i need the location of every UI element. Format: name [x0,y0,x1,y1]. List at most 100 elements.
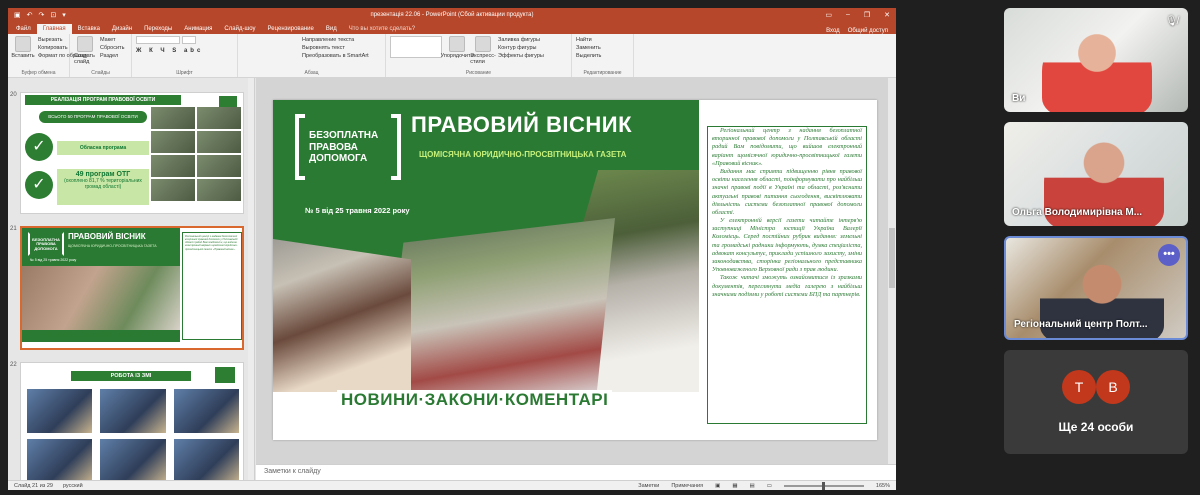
photo [197,131,241,153]
ribbon-display-icon[interactable]: ▭ [825,11,832,19]
paragraph-group: Направление текста Выровнять текст Преоб… [238,34,386,77]
tab-animations[interactable]: Анимация [178,24,218,34]
meeting-stage: ▣ ↶ ↷ ⊡ ▾ презентація 22.06 - PowerPoint… [0,0,1200,495]
comments-toggle[interactable]: Примечания [671,483,703,489]
slide21-subtitle: ЩОМІСЯЧНА ЮРИДИЧНО-ПРОСВІТНИЦЬКА ГАЗЕТА [68,244,157,248]
font-format-buttons[interactable]: Ж К Ч S abc [136,48,233,54]
photo [173,439,239,480]
slides-pane-scrollbar[interactable] [248,78,254,480]
more-options-icon[interactable]: ••• [1158,244,1180,266]
slide22-logo [215,367,235,383]
editing-group: Найти Заменить Выделить Редактирование [572,34,634,77]
window-title: презентація 22.06 - PowerPoint (Сбой акт… [370,12,534,18]
slide-number-21: 21 [10,226,17,232]
shape-fill-button[interactable]: Заливка фигуры [498,37,544,43]
share-button[interactable]: Общий доступ [848,28,888,34]
shapes-gallery[interactable] [390,36,442,58]
tab-transitions[interactable]: Переходы [138,24,178,34]
slides-pane[interactable]: 20 РЕАЛІЗАЦІЯ ПРОГРАМ ПРАВОВОЇ ОСВІТИ ВС… [8,78,255,480]
participant-tile-self[interactable]: 🎙︎̸ Ви [1004,8,1188,112]
sign-in-link[interactable]: Вход [826,28,840,34]
layout-button[interactable]: Макет [100,37,124,43]
save-icon[interactable]: ▣ [14,12,21,19]
paragraph-group-label: Абзац [304,70,319,76]
slideshow-icon[interactable]: ▭ [767,483,772,489]
find-button[interactable]: Найти [576,37,601,43]
font-selectors [136,36,233,44]
quick-access-toolbar: ▣ ↶ ↷ ⊡ ▾ [14,12,66,19]
close-icon[interactable]: ✕ [884,11,890,19]
redo-icon[interactable]: ↷ [39,12,45,19]
font-size-select[interactable] [182,36,196,44]
font-name-select[interactable] [136,36,180,44]
participant-name: Ви [1012,93,1026,104]
undo-icon[interactable]: ↶ [27,12,33,19]
paragraph: У електронній версії газети читайте інте… [712,217,862,274]
avatar: T [1062,370,1096,404]
photo [197,179,241,201]
tab-file[interactable]: Файл [10,24,37,34]
slide-subtitle: ЩОМІСЯЧНА ЮРИДИЧНО-ПРОСВІТНИЦЬКА ГАЗЕТА [419,150,627,159]
slide20-banner: РЕАЛІЗАЦІЯ ПРОГРАМ ПРАВОВОЇ ОСВІТИ [25,95,181,105]
section-button[interactable]: Раздел [100,53,124,59]
participant-tile-regional-center[interactable]: ••• Регіональний центр Полт... [1004,236,1188,340]
text-direction-button[interactable]: Направление текста [302,37,369,43]
zoom-slider[interactable] [783,481,864,490]
smartart-button[interactable]: Преобразовать в SmartArt [302,53,369,59]
slide-title: ПРАВОВИЙ ВІСНИК [411,112,633,137]
slide-thumbnail-22[interactable]: РОБОТА ІЗ ЗМІ [20,362,244,480]
more-participants-tile[interactable]: T B Ще 24 особи [1004,350,1188,454]
tell-me-search[interactable]: Что вы хотите сделать? [343,24,421,34]
notes-pane[interactable]: Заметки к слайду [256,464,896,480]
ribbon-tabs: Файл Главная Вставка Дизайн Переходы Ани… [8,22,896,34]
replace-button[interactable]: Заменить [576,45,601,51]
select-button[interactable]: Выделить [576,53,601,59]
tab-home[interactable]: Главная [36,24,72,34]
font-group-label: Шрифт [176,70,193,76]
photo [27,389,93,433]
restore-icon[interactable]: ❐ [864,11,870,19]
reading-view-icon[interactable]: ▤ [750,483,755,489]
start-from-beginning-icon[interactable]: ⊡ [50,12,56,19]
tab-design[interactable]: Дизайн [106,24,138,34]
shape-outline-button[interactable]: Контур фигуры [498,45,544,51]
quick-styles-icon [475,36,491,52]
slide21-textbox: Регіональний центр з надання безоплатної… [182,232,242,340]
scrollbar-thumb[interactable] [889,228,895,288]
zoom-level[interactable]: 165% [876,483,890,489]
normal-view-icon[interactable]: ▣ [715,483,720,489]
slide-textbox[interactable]: Регіональний центр з надання безоплатної… [707,126,867,424]
shape-effects-button[interactable]: Эффекты фигуры [498,53,544,59]
status-bar: Слайд 21 из 29 русский Заметки Примечани… [8,480,896,490]
editor-scrollbar[interactable] [888,78,896,472]
reset-button[interactable]: Сбросить [100,45,124,51]
current-slide[interactable]: БЕЗОПЛАТНА ПРАВОВА ДОПОМОГА ПРАВОВИЙ ВІС… [273,100,877,440]
slides-group-label: Слайды [91,70,110,76]
slide21-title: ПРАВОВИЙ ВІСНИК [68,232,146,241]
participant-tile-olha[interactable]: Ольга Володимирівна М... [1004,122,1188,226]
language-indicator[interactable]: русский [63,483,83,489]
slide-sorter-icon[interactable]: ▦ [732,483,737,489]
minimize-icon[interactable]: – [846,11,850,19]
tab-insert[interactable]: Вставка [72,24,106,34]
tab-slideshow[interactable]: Слайд-шоу [218,24,261,34]
tab-review[interactable]: Рецензирование [262,24,320,34]
more-participants-label: Ще 24 особи [1058,420,1134,434]
arrange-icon [449,36,465,52]
font-group: Ж К Ч S abc Шрифт [132,34,238,77]
powerpoint-window: ▣ ↶ ↷ ⊡ ▾ презентація 22.06 - PowerPoint… [8,8,896,490]
new-slide-icon [77,36,93,52]
align-text-button[interactable]: Выровнять текст [302,45,369,51]
slide-thumbnail-21[interactable]: БЕЗОПЛАТНА ПРАВОВА ДОПОМОГА ПРАВОВИЙ ВІС… [20,226,244,350]
slide-footer-text: НОВИНИ·ЗАКОНИ·КОМЕНТАРІ [337,390,613,410]
photo [197,107,241,129]
avatar: B [1096,370,1130,404]
slide-thumbnail-20[interactable]: РЕАЛІЗАЦІЯ ПРОГРАМ ПРАВОВОЇ ОСВІТИ ВСЬОГ… [20,92,244,214]
notes-toggle[interactable]: Заметки [638,483,659,489]
drawing-group-label: Рисование [465,70,492,76]
paragraph: Регіональний центр з надання безоплатної… [712,127,862,167]
paragraph: Також читачі зможуть ознайомитися із зра… [712,274,862,298]
tab-view[interactable]: Вид [320,24,343,34]
photo [100,389,166,433]
customize-icon[interactable]: ▾ [62,12,66,19]
